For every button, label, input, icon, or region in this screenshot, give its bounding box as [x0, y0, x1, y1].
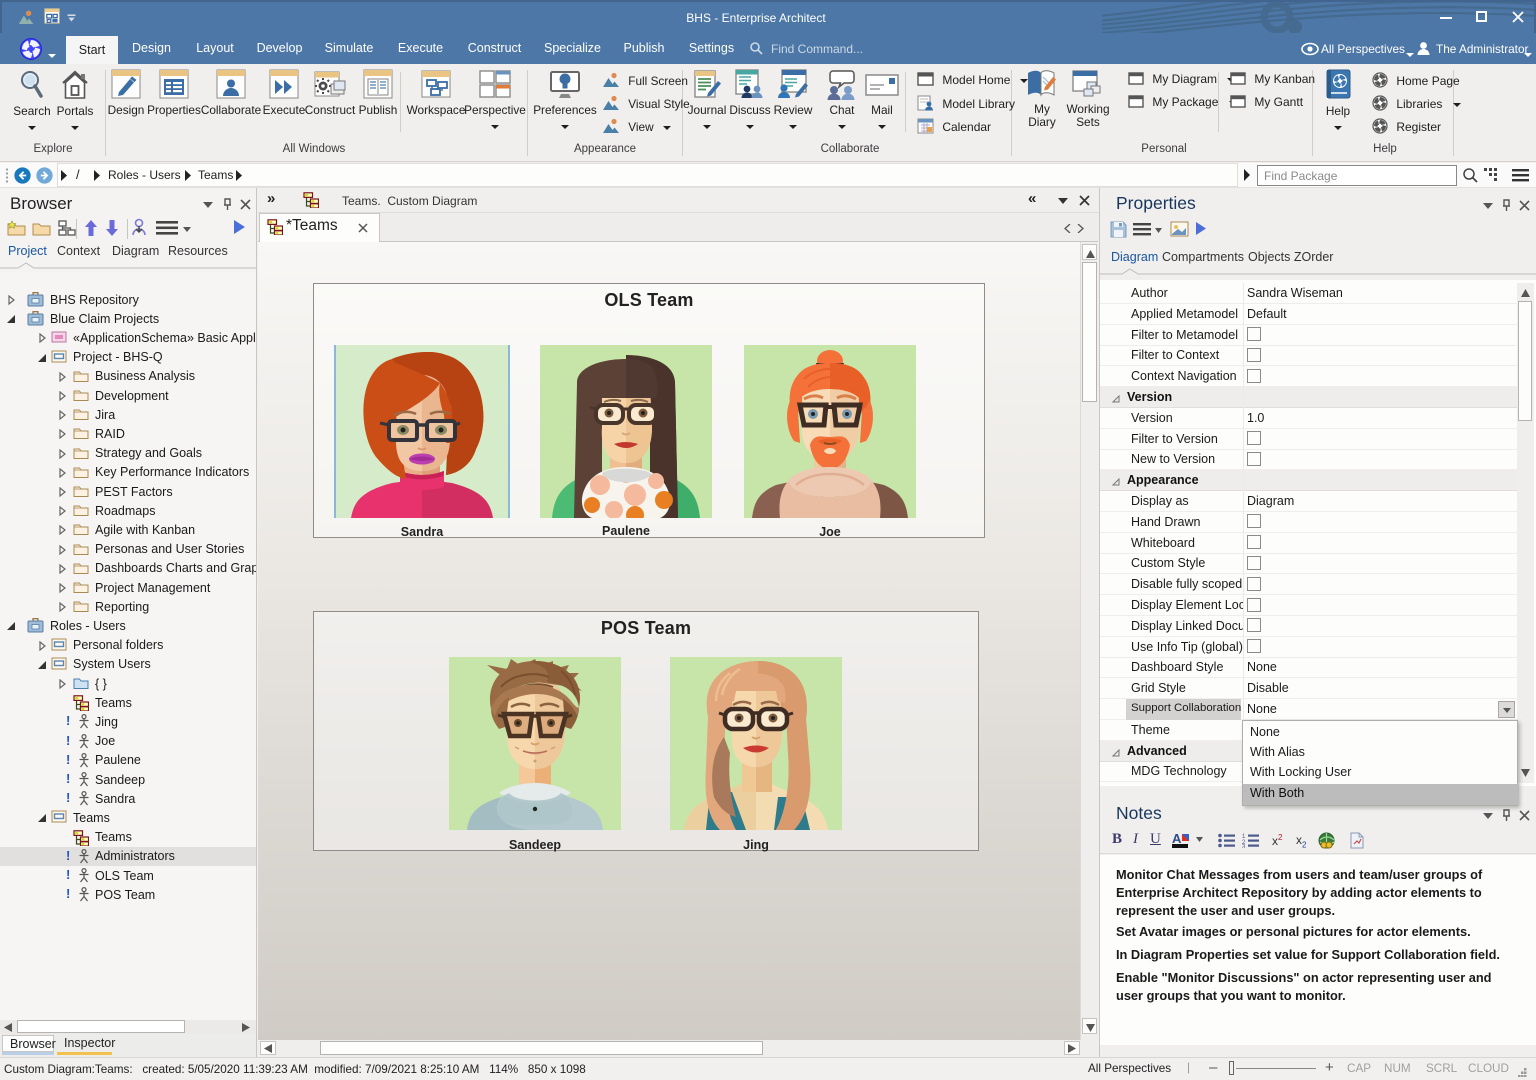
svg-text:3: 3 [1242, 845, 1246, 849]
